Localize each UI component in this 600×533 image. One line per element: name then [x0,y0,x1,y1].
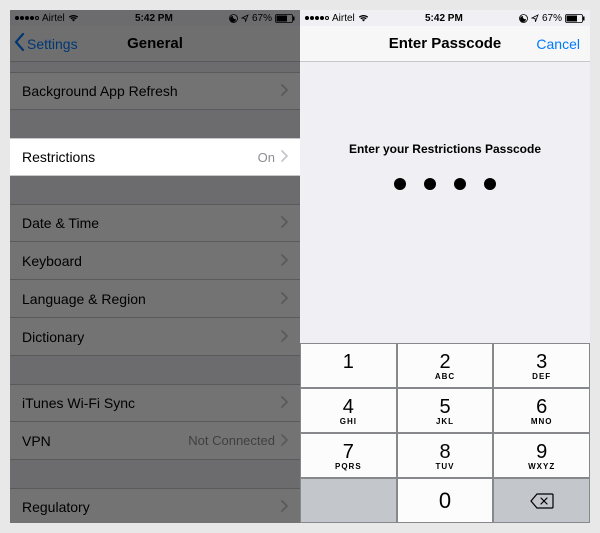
do-not-disturb-icon [229,14,238,23]
row-value: On [258,150,275,165]
battery-icon [565,14,585,23]
location-icon [241,14,249,22]
key-6[interactable]: 6MNO [493,388,590,433]
key-0[interactable]: 0 [397,478,494,523]
back-button[interactable]: Settings [14,26,78,61]
numeric-keypad: 1 2ABC 3DEF 4GHI 5JKL 6MNO 7PQRS 8TUV 9W… [300,343,590,523]
chevron-right-icon [281,83,288,99]
key-2[interactable]: 2ABC [397,343,494,388]
key-1[interactable]: 1 [300,343,397,388]
key-blank [300,478,397,523]
row-itunes-wifi-sync[interactable]: iTunes Wi-Fi Sync [10,384,300,422]
row-dictionary[interactable]: Dictionary [10,318,300,356]
time-label: 5:42 PM [135,13,173,24]
location-icon [531,14,539,22]
backspace-icon [530,493,554,509]
row-value: Not Connected [188,433,275,448]
row-language-region[interactable]: Language & Region [10,280,300,318]
passcode-dot [394,178,406,190]
page-title: General [127,35,183,52]
key-backspace[interactable] [493,478,590,523]
chevron-right-icon [281,149,288,165]
key-3[interactable]: 3DEF [493,343,590,388]
wifi-icon [358,14,369,22]
settings-list: Background App Refresh Restrictions On D… [10,72,300,523]
chevron-right-icon [281,329,288,345]
key-5[interactable]: 5JKL [397,388,494,433]
row-regulatory[interactable]: Regulatory [10,488,300,523]
nav-bar: Enter Passcode Cancel [300,26,590,62]
status-bar: Airtel 5:42 PM 67% [10,10,300,26]
key-8[interactable]: 8TUV [397,433,494,478]
page-title: Enter Passcode [389,35,502,52]
key-4[interactable]: 4GHI [300,388,397,433]
row-background-app-refresh[interactable]: Background App Refresh [10,72,300,110]
time-label: 5:42 PM [425,13,463,24]
settings-general-screen: Airtel 5:42 PM 67% Settings Gener [10,10,300,523]
carrier-label: Airtel [332,13,355,24]
signal-icon [305,16,329,20]
do-not-disturb-icon [519,14,528,23]
battery-pct: 67% [252,13,272,24]
battery-icon [275,14,295,23]
chevron-right-icon [281,433,288,449]
chevron-right-icon [281,253,288,269]
row-keyboard[interactable]: Keyboard [10,242,300,280]
chevron-right-icon [281,499,288,515]
signal-icon [15,16,39,20]
cancel-button[interactable]: Cancel [536,26,580,61]
passcode-dot [484,178,496,190]
chevron-right-icon [281,395,288,411]
row-date-time[interactable]: Date & Time [10,204,300,242]
chevron-right-icon [281,215,288,231]
battery-pct: 67% [542,13,562,24]
passcode-dots [394,178,496,190]
key-9[interactable]: 9WXYZ [493,433,590,478]
wifi-icon [68,14,79,22]
passcode-prompt: Enter your Restrictions Passcode [349,142,541,156]
passcode-screen: Airtel 5:42 PM 67% Enter Passcode Cancel [300,10,590,523]
passcode-dot [424,178,436,190]
back-label: Settings [27,36,78,52]
passcode-dot [454,178,466,190]
row-vpn[interactable]: VPN Not Connected [10,422,300,460]
key-7[interactable]: 7PQRS [300,433,397,478]
chevron-right-icon [281,291,288,307]
row-restrictions[interactable]: Restrictions On [10,138,300,176]
chevron-left-icon [14,33,25,54]
carrier-label: Airtel [42,13,65,24]
status-bar: Airtel 5:42 PM 67% [300,10,590,26]
nav-bar: Settings General [10,26,300,62]
